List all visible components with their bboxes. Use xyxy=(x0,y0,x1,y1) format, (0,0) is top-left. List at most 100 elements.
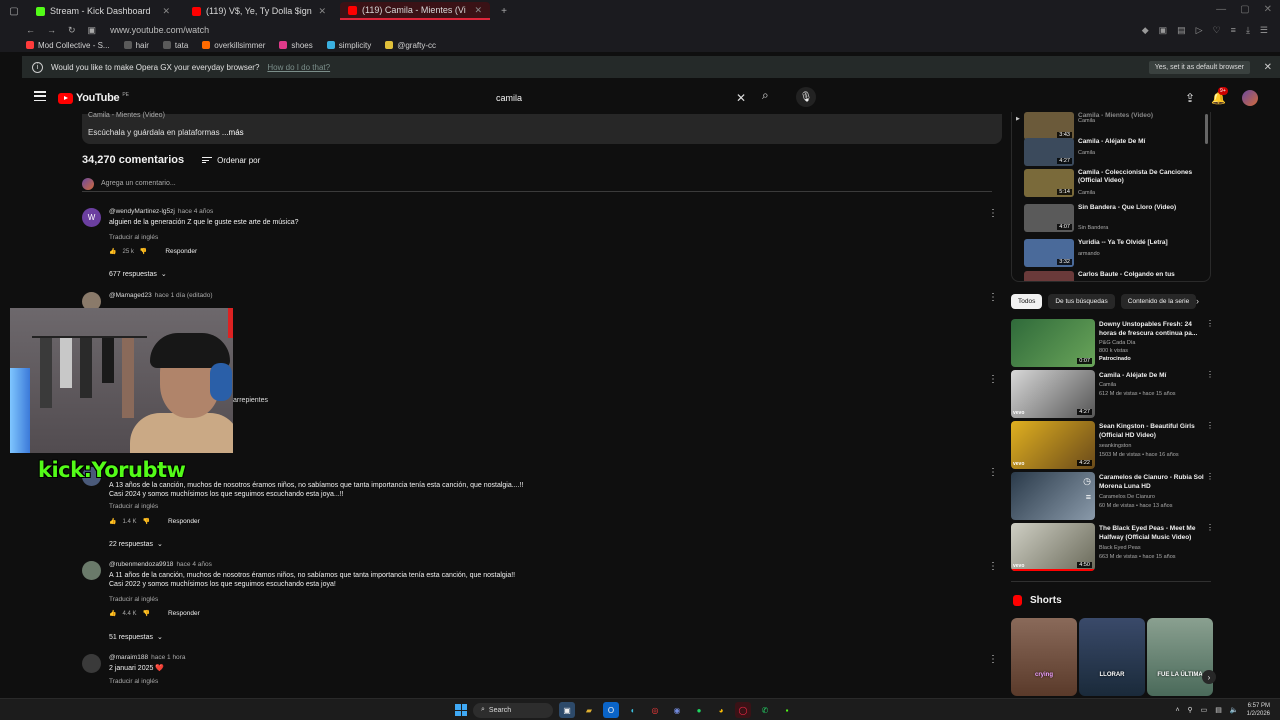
play-icon[interactable]: ▷ xyxy=(1196,25,1203,36)
sort-button[interactable]: Ordenar por xyxy=(202,156,260,165)
microphone-icon[interactable]: 🎙 xyxy=(796,87,816,107)
tab-menu-icon[interactable]: ▢ xyxy=(6,3,22,19)
more-options-icon[interactable]: ⋮ xyxy=(988,467,998,478)
spotify-icon[interactable]: ● xyxy=(691,702,707,718)
avatar[interactable] xyxy=(82,654,101,673)
new-tab-icon[interactable]: + xyxy=(496,3,512,19)
recommended-video[interactable]: vevo 4:27 Camila - Aléjate De Mí Camila 6… xyxy=(1011,370,1216,418)
bookmark-item[interactable]: simplicity xyxy=(326,41,371,50)
recommended-video[interactable]: ◷ ≡ Caramelos de Cianuro - Rubia Sol Mor… xyxy=(1011,472,1216,520)
hamburger-menu-icon[interactable] xyxy=(34,91,46,101)
short-video[interactable]: FUE LA ÚLTIMA xyxy=(1147,618,1213,696)
task-view-icon[interactable]: ▣ xyxy=(559,702,575,718)
more-options-icon[interactable]: ⋮ xyxy=(988,292,998,303)
more-options-icon[interactable]: ⋮ xyxy=(988,208,998,219)
avatar[interactable] xyxy=(82,561,101,580)
close-tab-icon[interactable]: ✕ xyxy=(318,6,326,17)
bookmark-item[interactable]: hair xyxy=(123,41,149,50)
dislike-icon[interactable]: 👎 xyxy=(143,610,150,617)
outlook-icon[interactable]: O xyxy=(603,702,619,718)
opera-gx-icon[interactable]: ◎ xyxy=(647,702,663,718)
kick-icon[interactable]: ▪ xyxy=(779,702,795,718)
playlist-item[interactable]: Carlos Baute - Colgando en tus xyxy=(1022,271,1207,281)
browser-tab-youtube-active[interactable]: (119) Camila - Mientes (Vi ✕ xyxy=(340,2,490,20)
comment-time[interactable]: hace 1 día (editado) xyxy=(155,292,213,299)
playlist-item[interactable]: 5:14 Camila - Coleccionista De Canciones… xyxy=(1022,169,1207,201)
comment-author[interactable]: @rubenmendoza9918 xyxy=(109,561,173,568)
heart-icon[interactable]: ♡ xyxy=(1213,25,1221,36)
translate-link[interactable]: Traducir al inglés xyxy=(109,678,158,685)
easy-setup-icon[interactable]: ☰ xyxy=(1260,25,1268,36)
dislike-icon[interactable]: 👎 xyxy=(140,248,147,255)
chip-all[interactable]: Todos xyxy=(1011,293,1043,309)
clear-search-icon[interactable]: ✕ xyxy=(736,91,746,105)
url-field[interactable]: www.youtube.com/watch xyxy=(110,25,209,35)
tray-overflow-icon[interactable]: ˄ xyxy=(1175,707,1179,714)
translate-link[interactable]: Traducir al inglés xyxy=(109,503,158,510)
bookmark-item[interactable]: @grafty-cc xyxy=(385,41,436,50)
more-options-icon[interactable]: ⋮ xyxy=(1206,472,1214,481)
playlist-item[interactable]: 3:32 Yuridia -- Ya Te Olvidé [Letra] arm… xyxy=(1022,239,1207,271)
chip-from-searches[interactable]: De tus búsquedas xyxy=(1048,293,1115,309)
discord-icon[interactable]: ◉ xyxy=(669,702,685,718)
add-to-queue-icon[interactable]: ≡ xyxy=(1086,492,1091,502)
minimize-icon[interactable]: — xyxy=(1216,4,1226,15)
upload-icon[interactable]: ⇪ xyxy=(1185,91,1195,105)
comment-time[interactable]: hace 1 hora xyxy=(151,654,185,661)
comment-author[interactable]: @Mamaged23 xyxy=(109,292,152,299)
short-video[interactable]: crying xyxy=(1011,618,1077,696)
like-icon[interactable]: 👍 xyxy=(109,610,116,617)
view-replies-button[interactable]: 51 respuestas ⌄ xyxy=(109,633,163,642)
maximize-icon[interactable]: ▢ xyxy=(1240,4,1249,15)
close-tab-icon[interactable]: ✕ xyxy=(162,6,170,17)
youtube-logo[interactable]: YouTube PE xyxy=(58,92,129,104)
browser-tab-kick[interactable]: Stream - Kick Dashboard ✕ xyxy=(28,2,178,20)
more-options-icon[interactable]: ⋮ xyxy=(1206,319,1214,328)
comment-author[interactable]: @maraim188 xyxy=(109,654,148,661)
chevron-right-icon[interactable]: › xyxy=(1196,296,1199,306)
download-icon[interactable]: ⤓ xyxy=(1246,25,1250,36)
comment-author[interactable]: @wendyMartinez-lg5zj xyxy=(109,208,175,215)
search-icon[interactable]: ⌕ xyxy=(762,88,769,103)
volume-icon[interactable]: 🔈 xyxy=(1230,706,1239,714)
translate-link[interactable]: Traducir al inglés xyxy=(109,234,158,241)
bookmark-item[interactable]: shoes xyxy=(279,41,313,50)
clock[interactable]: 6:57 PM 1/2/2026 xyxy=(1247,702,1270,718)
add-comment-field[interactable]: Agrega un comentario... xyxy=(82,177,992,192)
whatsapp-icon[interactable]: ✆ xyxy=(757,702,773,718)
windows-start-icon[interactable] xyxy=(455,704,467,716)
notifications-icon[interactable]: 🔔 9+ xyxy=(1211,87,1228,105)
close-tab-icon[interactable]: ✕ xyxy=(474,5,482,16)
file-explorer-icon[interactable]: ▰ xyxy=(581,702,597,718)
forward-icon[interactable]: → xyxy=(47,25,56,36)
recommended-video[interactable]: 0:07 Downy Unstopables Fresh: 24 horas d… xyxy=(1011,319,1216,367)
close-window-icon[interactable]: ✕ xyxy=(1264,4,1272,15)
location-icon[interactable]: ⚲ xyxy=(1188,706,1193,714)
watch-later-icon[interactable]: ◷ xyxy=(1083,476,1091,487)
reply-button[interactable]: Responder xyxy=(168,610,200,617)
dislike-icon[interactable]: 👎 xyxy=(143,518,150,525)
view-replies-button[interactable]: 22 respuestas ⌄ xyxy=(109,540,163,549)
back-icon[interactable]: ← xyxy=(26,25,35,36)
more-options-icon[interactable]: ⋮ xyxy=(988,374,998,385)
like-icon[interactable]: 👍 xyxy=(109,518,116,525)
bookmark-item[interactable]: overkillsimmer xyxy=(202,41,265,50)
taskbar-search[interactable]: ⌕ Search xyxy=(473,702,553,718)
view-replies-button[interactable]: 677 respuestas ⌄ xyxy=(109,270,167,279)
menu-icon[interactable]: ≡ xyxy=(1231,25,1236,36)
opera-gx-active-icon[interactable]: ◯ xyxy=(735,702,751,718)
network-icon[interactable]: ▤ xyxy=(1215,706,1222,714)
more-options-icon[interactable]: ⋮ xyxy=(1206,421,1214,430)
like-icon[interactable]: 👍 xyxy=(109,248,116,255)
display-icon[interactable]: ▭ xyxy=(1201,706,1208,714)
more-options-icon[interactable]: ⋮ xyxy=(1206,370,1214,379)
recommended-video[interactable]: vevo 4:22 Sean Kingston - Beautiful Girls… xyxy=(1011,421,1216,469)
video-description[interactable]: Camila - Mientes (Video) Escúchala y guá… xyxy=(82,112,1002,144)
bookmark-item[interactable]: Mod Collective - S... xyxy=(26,41,110,50)
more-options-icon[interactable]: ⋮ xyxy=(988,561,998,572)
playlist-item[interactable]: 4:27 Camila - Aléjate De Mí Camila xyxy=(1022,138,1207,170)
snapshot-icon[interactable]: ▣ xyxy=(1159,25,1168,36)
playlist-item[interactable]: 4:07 Sin Bandera - Que Lloro (Video) Sin… xyxy=(1022,204,1207,236)
avatar[interactable]: W xyxy=(82,208,101,227)
set-default-button[interactable]: Yes, set it as default browser xyxy=(1148,60,1250,74)
